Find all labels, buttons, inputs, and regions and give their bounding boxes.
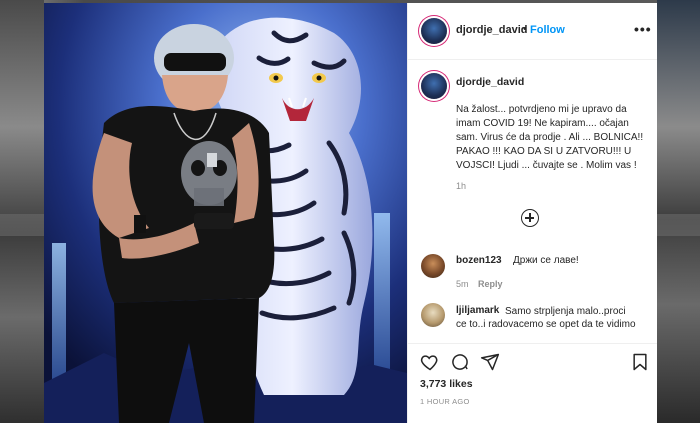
heart-icon[interactable]	[420, 352, 440, 372]
comment-body: Samo strpljenja malo..proci ce to..i rad…	[456, 305, 636, 343]
author-avatar[interactable]	[421, 18, 447, 44]
reply-button[interactable]: Reply	[478, 279, 503, 289]
post-caption: djordje_davidNa žalost... potvrdjeno mi …	[456, 89, 648, 173]
bookmark-icon[interactable]	[630, 352, 650, 372]
post-image	[44, 3, 407, 423]
comment-timestamp[interactable]: 5m	[456, 279, 469, 289]
post-modal: djordje_david • Follow ••• djordje_david…	[44, 3, 657, 423]
comment-avatar[interactable]	[421, 254, 445, 278]
post-sidebar: djordje_david • Follow ••• djordje_david…	[407, 3, 657, 423]
comment-text: Држи се лаве!	[513, 255, 579, 266]
header-separator: •	[523, 23, 527, 35]
author-username[interactable]: djordje_david	[456, 24, 528, 36]
follow-button[interactable]: Follow	[530, 24, 565, 36]
backdrop-right-strip	[657, 0, 700, 423]
caption-text: Na žalost... potvrdjeno mi je upravo da …	[456, 104, 644, 171]
backdrop-left-strip	[0, 0, 44, 423]
more-options-icon[interactable]: •••	[634, 21, 652, 37]
likes-count[interactable]: 3,773 likes	[420, 378, 473, 390]
post-header: djordje_david • Follow •••	[408, 3, 657, 60]
comment-username[interactable]: bozen123	[456, 255, 502, 266]
caption-username[interactable]: djordje_david	[456, 76, 524, 88]
caption-avatar[interactable]	[421, 73, 447, 99]
caption-timestamp[interactable]: 1h	[456, 181, 466, 191]
comment-avatar[interactable]	[421, 303, 445, 327]
plus-circle-icon[interactable]	[521, 209, 539, 227]
post-actions: 3,773 likes 1 HOUR AGO	[408, 343, 657, 423]
share-icon[interactable]	[480, 352, 500, 372]
comment-icon[interactable]	[450, 352, 470, 372]
comment-text: Samo strpljenja malo..proci ce to..i rad…	[456, 306, 636, 330]
post-timestamp[interactable]: 1 HOUR AGO	[420, 397, 470, 406]
post-photo[interactable]	[44, 3, 407, 423]
